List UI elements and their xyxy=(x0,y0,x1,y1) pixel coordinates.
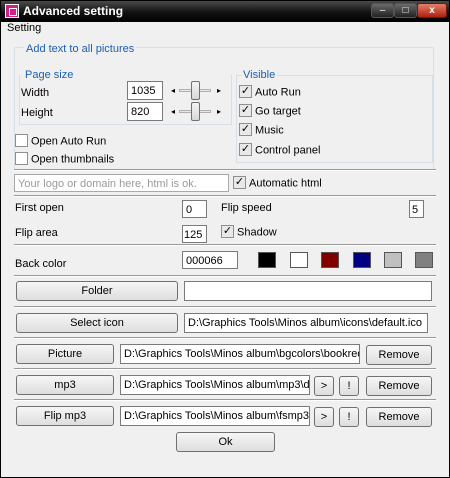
flip-mp3-remove-button[interactable]: Remove xyxy=(366,407,432,427)
shadow-checkbox[interactable]: ✓ Shadow xyxy=(221,225,277,240)
open-thumbnails-box[interactable] xyxy=(15,152,28,165)
flip-speed-label: Flip speed xyxy=(221,202,272,214)
flip-area-input[interactable]: 125 xyxy=(182,225,207,243)
visible-group-title: Visible xyxy=(241,69,278,81)
open-thumbnails-label: Open thumbnails xyxy=(31,153,115,166)
width-input[interactable]: 1035 xyxy=(127,81,163,100)
go-target-label: Go target xyxy=(255,105,301,118)
go-target-check-icon[interactable]: ✓ xyxy=(239,104,252,117)
auto-run-check-icon[interactable]: ✓ xyxy=(239,85,252,98)
shadow-label: Shadow xyxy=(237,226,277,239)
advanced-setting-window: Advanced setting – □ x Setting Add text … xyxy=(0,0,450,478)
minimize-button[interactable]: – xyxy=(371,3,394,18)
open-auto-run-checkbox[interactable]: Open Auto Run xyxy=(15,134,107,149)
control-panel-label: Control panel xyxy=(255,144,321,157)
separator-5 xyxy=(14,306,436,308)
separator-7 xyxy=(14,368,436,370)
height-label: Height xyxy=(21,107,53,119)
music-label: Music xyxy=(255,124,284,137)
separator-6 xyxy=(14,337,436,339)
logo-input[interactable]: Your logo or domain here, html is ok. xyxy=(14,174,229,192)
music-checkbox[interactable]: ✓ Music xyxy=(239,123,284,138)
height-input[interactable]: 820 xyxy=(127,102,163,121)
shadow-check-icon[interactable]: ✓ xyxy=(221,225,234,238)
mp3-play-button[interactable]: > xyxy=(314,376,334,396)
auto-run-checkbox[interactable]: ✓ Auto Run xyxy=(239,85,301,100)
select-icon-input[interactable]: D:\Graphics Tools\Minos album\icons\defa… xyxy=(184,313,428,333)
flip-mp3-stop-button[interactable]: ! xyxy=(339,407,359,427)
mp3-stop-button[interactable]: ! xyxy=(339,376,359,396)
flip-mp3-input[interactable]: D:\Graphics Tools\Minos album\fsmp3\de xyxy=(120,406,310,426)
width-right-arrow[interactable]: ▸ xyxy=(217,86,221,96)
first-open-input[interactable]: 0 xyxy=(182,200,207,218)
separator-1 xyxy=(14,169,436,171)
add-text-group-title: Add text to all pictures xyxy=(24,43,137,55)
auto-run-label: Auto Run xyxy=(255,86,301,99)
open-thumbnails-checkbox[interactable]: Open thumbnails xyxy=(15,152,115,167)
color-swatch-4[interactable] xyxy=(353,252,371,268)
width-trackbar[interactable] xyxy=(179,81,211,101)
mp3-input[interactable]: D:\Graphics Tools\Minos album\mp3\defa xyxy=(120,375,310,395)
mp3-button[interactable]: mp3 xyxy=(16,375,114,395)
color-swatch-3[interactable] xyxy=(321,252,339,268)
maximize-button[interactable]: □ xyxy=(394,3,417,18)
separator-3 xyxy=(14,244,436,246)
flip-speed-input[interactable]: 5 xyxy=(409,200,424,218)
color-swatch-1[interactable] xyxy=(258,252,276,268)
ok-button[interactable]: Ok xyxy=(176,432,275,452)
flip-mp3-button[interactable]: Flip mp3 xyxy=(16,406,114,426)
picture-button[interactable]: Picture xyxy=(16,344,114,364)
height-thumb[interactable] xyxy=(191,102,200,121)
color-swatch-5[interactable] xyxy=(384,252,402,268)
flip-mp3-play-button[interactable]: > xyxy=(314,407,334,427)
title-bar[interactable]: Advanced setting – □ x xyxy=(1,1,449,22)
music-check-icon[interactable]: ✓ xyxy=(239,123,252,136)
control-panel-check-icon[interactable]: ✓ xyxy=(239,143,252,156)
height-right-arrow[interactable]: ▸ xyxy=(217,107,221,117)
height-left-arrow[interactable]: ◂ xyxy=(171,107,175,117)
menu-bar: Setting xyxy=(1,22,449,36)
automatic-html-label: Automatic html xyxy=(249,177,322,190)
separator-8 xyxy=(14,399,436,401)
folder-input[interactable] xyxy=(184,281,432,301)
select-icon-button[interactable]: Select icon xyxy=(16,313,178,333)
height-trackbar[interactable] xyxy=(179,102,211,122)
back-color-input[interactable]: 000066 xyxy=(182,251,238,269)
color-swatch-6[interactable] xyxy=(415,252,433,268)
separator-4 xyxy=(14,275,436,277)
width-thumb[interactable] xyxy=(191,81,200,100)
picture-input[interactable]: D:\Graphics Tools\Minos album\bgcolors\b… xyxy=(120,344,360,364)
color-swatch-2[interactable] xyxy=(290,252,308,268)
app-icon xyxy=(5,4,19,18)
close-button[interactable]: x xyxy=(417,3,447,18)
automatic-html-checkbox[interactable]: ✓ Automatic html xyxy=(233,176,322,191)
picture-remove-button[interactable]: Remove xyxy=(366,345,432,365)
width-left-arrow[interactable]: ◂ xyxy=(171,86,175,96)
automatic-html-check-icon[interactable]: ✓ xyxy=(233,176,246,189)
first-open-label: First open xyxy=(15,202,64,214)
open-auto-run-box[interactable] xyxy=(15,134,28,147)
open-auto-run-label: Open Auto Run xyxy=(31,135,107,148)
mp3-remove-button[interactable]: Remove xyxy=(366,376,432,396)
go-target-checkbox[interactable]: ✓ Go target xyxy=(239,104,301,119)
width-label: Width xyxy=(21,87,50,99)
separator-2 xyxy=(14,195,436,197)
flip-area-label: Flip area xyxy=(15,227,58,239)
folder-button[interactable]: Folder xyxy=(16,281,178,301)
back-color-label: Back color xyxy=(15,258,67,270)
control-panel-checkbox[interactable]: ✓ Control panel xyxy=(239,143,321,158)
window-title: Advanced setting xyxy=(23,4,124,18)
menu-setting[interactable]: Setting xyxy=(7,22,41,34)
